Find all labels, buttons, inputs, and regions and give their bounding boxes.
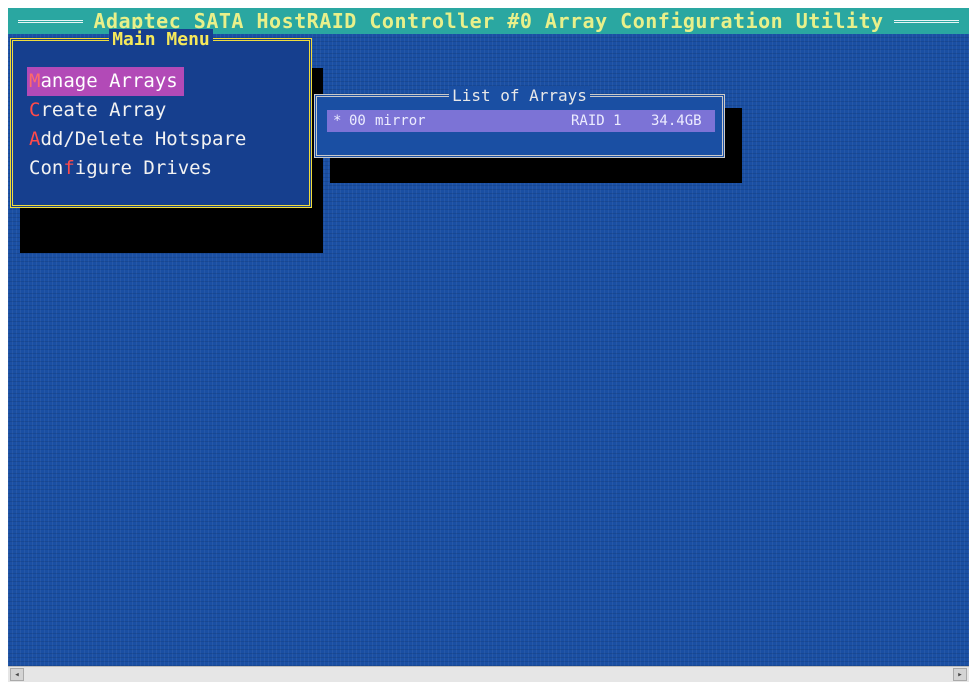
array-id: 00: [349, 113, 366, 129]
array-name: mirror: [375, 113, 426, 129]
menu-hotkey: A: [29, 128, 41, 150]
array-raid-level: RAID 1: [571, 113, 622, 129]
bios-screen: Adaptec SATA HostRAID Controller #0 Arra…: [8, 8, 969, 666]
menu-item-create-array[interactable]: Create Array: [29, 96, 246, 125]
main-menu-window: Main Menu Manage Arrays Create Array Add…: [10, 29, 312, 208]
main-menu-list: Manage Arrays Create Array Add/Delete Ho…: [27, 67, 246, 183]
menu-item-label: anage Arrays: [40, 70, 178, 92]
menu-item-label: reate Array: [40, 99, 167, 121]
menu-hotkey: M: [29, 70, 41, 92]
menu-item-manage-arrays[interactable]: Manage Arrays: [27, 67, 246, 96]
menu-item-add-delete-hotspare[interactable]: Add/Delete Hotspare: [29, 125, 246, 154]
menu-item-label: igure Drives: [74, 157, 213, 179]
menu-hotkey: f: [63, 157, 75, 179]
title-rule-right: [893, 19, 959, 23]
array-row[interactable]: * 00 mirror RAID 1 34.4GB: [327, 110, 715, 132]
main-menu-title: Main Menu: [109, 29, 213, 50]
array-list-title: List of Arrays: [449, 86, 590, 105]
menu-hotkey: C: [29, 99, 41, 121]
scroll-left-icon[interactable]: ◂: [10, 668, 24, 681]
horizontal-scrollbar[interactable]: ◂ ▸: [8, 666, 969, 682]
title-rule-left: [18, 19, 84, 23]
array-marker: *: [333, 113, 342, 129]
array-list-window: List of Arrays * 00 mirror RAID 1 34.4GB: [314, 86, 725, 158]
scroll-right-icon[interactable]: ▸: [953, 668, 967, 681]
menu-item-label: dd/Delete Hotspare: [40, 128, 247, 150]
menu-item-configure-drives[interactable]: Configure Drives: [29, 154, 246, 183]
menu-item-label-prefix: Con: [29, 157, 64, 179]
array-size: 34.4GB: [651, 113, 702, 129]
